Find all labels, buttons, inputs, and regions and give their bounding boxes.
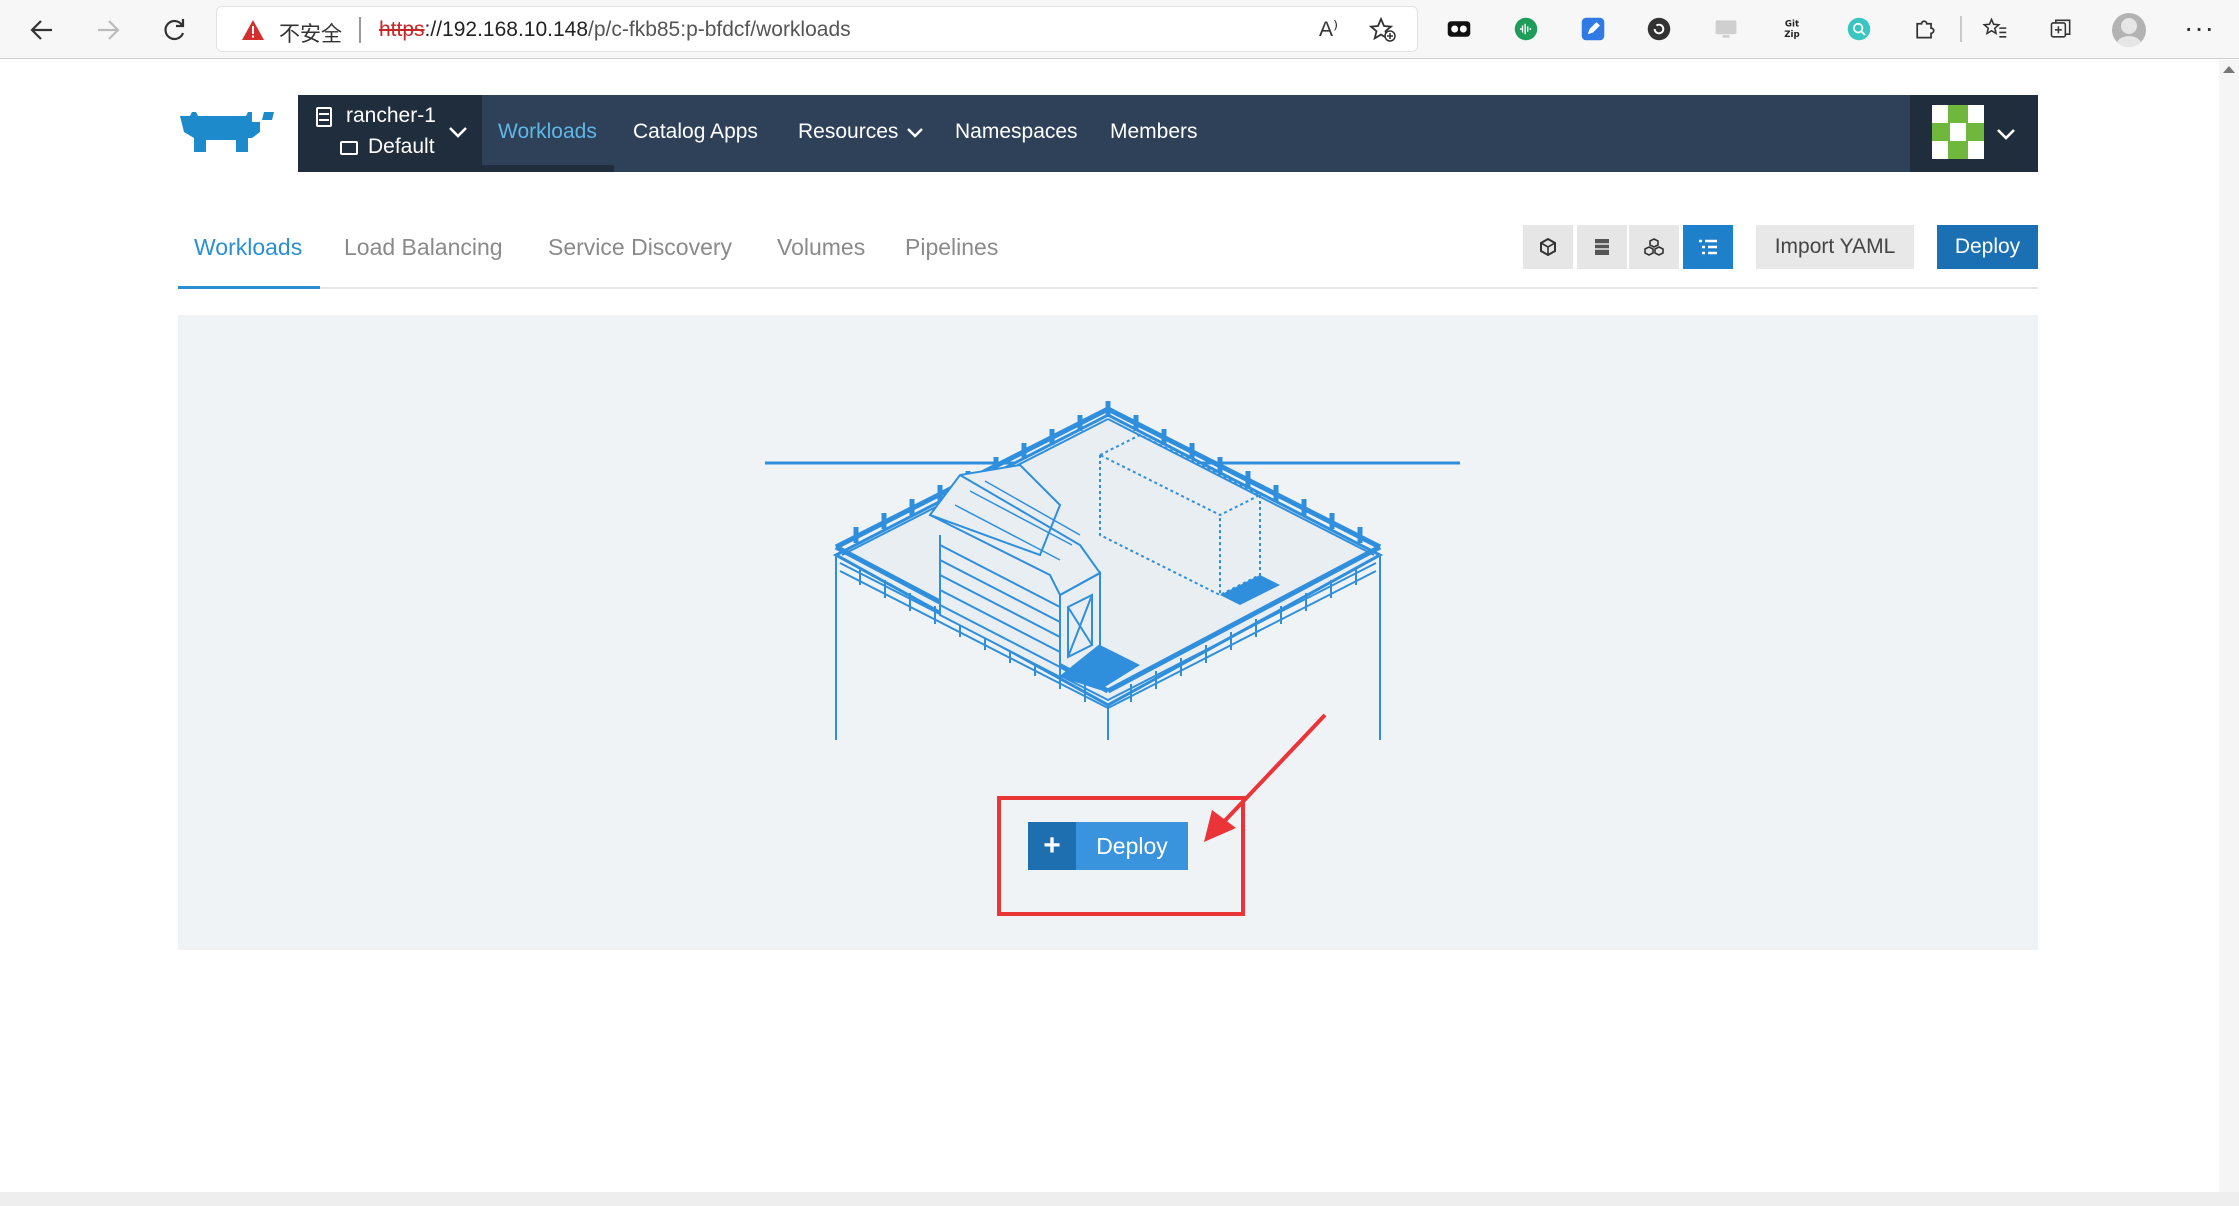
forward-icon[interactable] — [90, 12, 126, 48]
cluster-name: rancher-1 — [346, 104, 436, 127]
extension-refresh-icon[interactable] — [1644, 14, 1674, 44]
group-by-namespace-button[interactable] — [1629, 225, 1679, 269]
empty-state-deploy-button[interactable]: + Deploy — [1028, 822, 1188, 870]
svg-text:Git: Git — [1785, 19, 1799, 29]
nav-namespaces[interactable]: Namespaces — [955, 120, 1078, 144]
cluster-project-switcher[interactable]: rancher-1 Default — [298, 95, 482, 172]
toolbar-separator — [1960, 16, 1962, 42]
deploy-button-label: Deploy — [1096, 832, 1168, 859]
tabs-divider — [178, 287, 2038, 289]
more-menu-button[interactable]: ··· — [2184, 12, 2215, 44]
extension-screen-icon[interactable] — [1711, 14, 1741, 44]
cluster-icon — [316, 107, 332, 127]
add-favorite-icon[interactable] — [1369, 17, 1397, 43]
scroll-up-icon[interactable] — [2223, 66, 2235, 73]
rancher-logo[interactable] — [176, 108, 280, 160]
extension-gitzip-icon[interactable]: Git Zip — [1777, 14, 1807, 44]
url-text[interactable]: https://192.168.10.148/p/c-fkb85:p-bfdcf… — [379, 18, 851, 42]
back-icon[interactable] — [24, 12, 60, 48]
group-by-node-button[interactable] — [1577, 225, 1627, 269]
group-by-none-button[interactable] — [1523, 225, 1573, 269]
active-tab-underline — [178, 286, 320, 289]
favorites-icon[interactable] — [1980, 14, 2010, 44]
tab-service-discovery[interactable]: Service Discovery — [548, 234, 732, 261]
url-host: ://192.168.10.148 — [424, 18, 589, 41]
cube-icon — [1540, 237, 1556, 257]
vertical-scrollbar[interactable] — [2219, 60, 2239, 1192]
project-folder-icon — [340, 141, 358, 155]
address-separator — [359, 17, 361, 43]
profile-avatar[interactable] — [2112, 13, 2146, 47]
extension-glasses-icon[interactable] — [1444, 14, 1474, 44]
user-menu[interactable] — [1910, 95, 2038, 172]
url-path: /p/c-fkb85:p-bfdcf/workloads — [588, 18, 851, 41]
nav-catalog-apps[interactable]: Catalog Apps — [633, 120, 758, 144]
tab-volumes[interactable]: Volumes — [777, 234, 865, 261]
collections-icon[interactable] — [2046, 14, 2076, 44]
chevron-down-icon — [449, 127, 467, 138]
main-header: rancher-1 Default Workloads Catalog Apps… — [298, 95, 2038, 172]
browser-toolbar: 不安全 https://192.168.10.148/p/c-fkb85:p-b… — [0, 0, 2239, 59]
tab-pipelines[interactable]: Pipelines — [905, 234, 998, 261]
url-scheme: https — [379, 18, 425, 41]
list-icon — [1699, 239, 1717, 255]
tab-load-balancing[interactable]: Load Balancing — [344, 234, 503, 261]
warning-icon — [242, 20, 264, 40]
tab-workloads[interactable]: Workloads — [194, 234, 302, 261]
nav-members[interactable]: Members — [1110, 120, 1198, 144]
list-view-button[interactable] — [1683, 225, 1733, 269]
address-bar[interactable]: 不安全 https://192.168.10.148/p/c-fkb85:p-b… — [216, 6, 1418, 52]
nav-active-indicator — [482, 165, 614, 172]
cubes-icon — [1644, 238, 1664, 256]
extension-search-icon[interactable] — [1844, 14, 1874, 44]
insecure-label[interactable]: 不安全 — [279, 18, 342, 48]
plus-icon: + — [1028, 822, 1076, 870]
nav-workloads[interactable]: Workloads — [498, 120, 597, 144]
user-avatar — [1932, 105, 1984, 159]
extension-edit-icon[interactable] — [1578, 14, 1608, 44]
read-aloud-icon[interactable]: A⁾ — [1319, 17, 1347, 43]
barn-illustration — [765, 401, 1460, 740]
import-yaml-button[interactable]: Import YAML — [1756, 225, 1914, 269]
refresh-icon[interactable] — [156, 12, 192, 48]
project-name: Default — [368, 135, 435, 158]
bottom-bar — [0, 1192, 2239, 1206]
deploy-button[interactable]: Deploy — [1937, 225, 2038, 269]
extensions-puzzle-icon[interactable] — [1910, 14, 1940, 44]
svg-text:Zip: Zip — [1784, 30, 1799, 40]
user-chevron-down-icon — [1997, 129, 2015, 140]
extension-audio-icon[interactable] — [1511, 14, 1541, 44]
nav-resources[interactable]: Resources — [798, 120, 898, 144]
server-icon — [1595, 239, 1609, 255]
resources-chevron-down-icon[interactable] — [906, 127, 924, 139]
